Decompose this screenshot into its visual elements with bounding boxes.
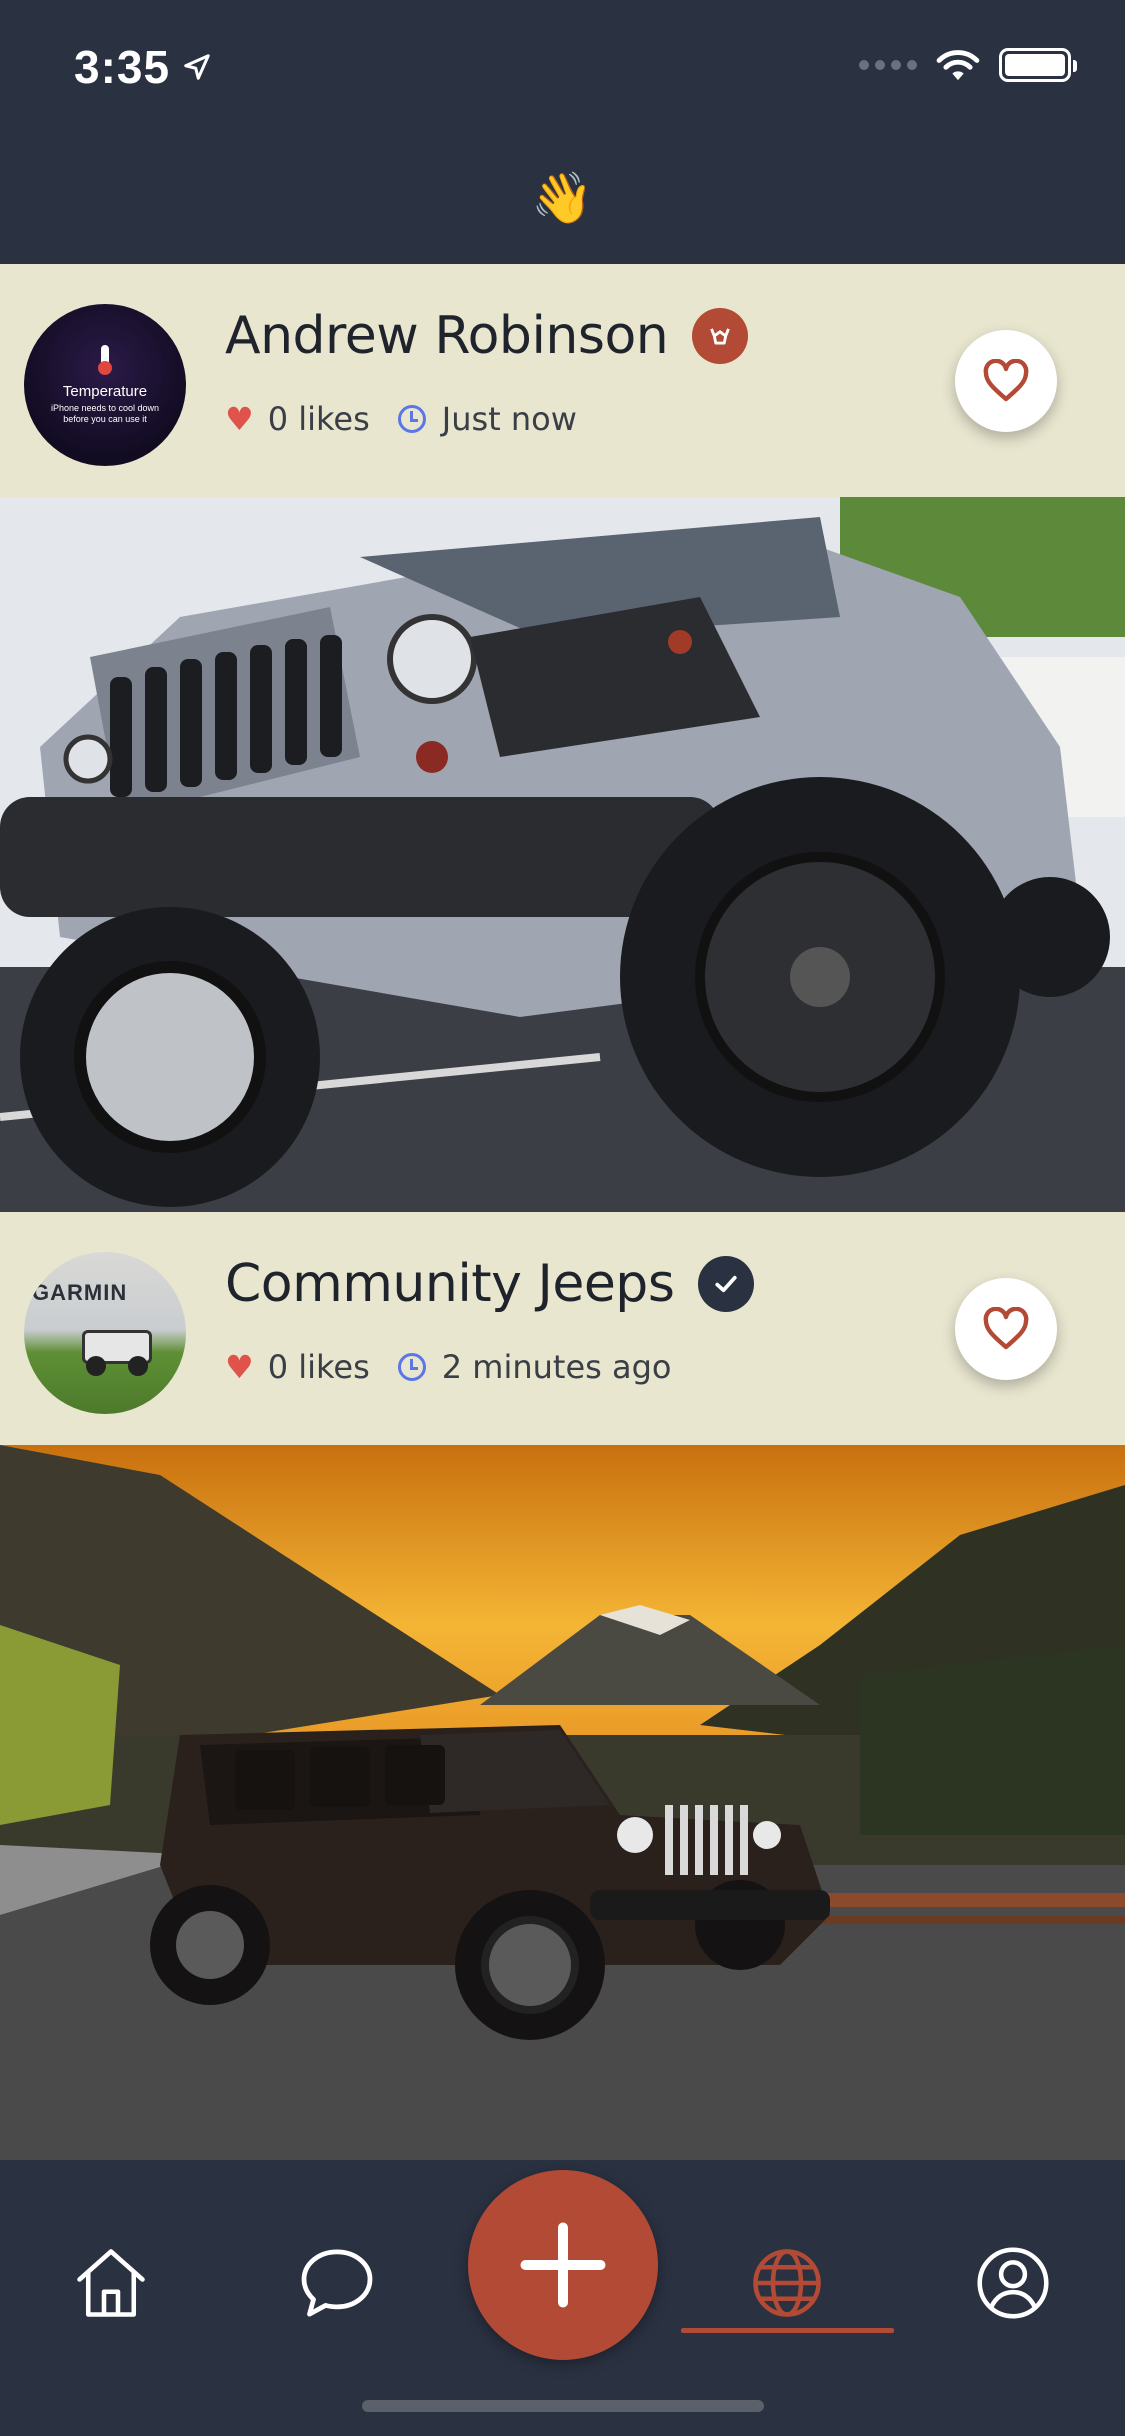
likes-count: 0 likes [267,1348,370,1386]
globe-icon [753,2249,821,2317]
like-button[interactable] [955,1278,1057,1380]
status-time: 3:35 [74,40,212,94]
tab-explore[interactable] [732,2228,842,2338]
tab-messages[interactable] [282,2228,392,2338]
avatar-subtitle: iPhone needs to cool down before you can… [50,403,160,424]
brand-badge-icon [692,308,749,364]
post-image[interactable] [0,497,1125,1212]
heart-outline-icon [983,359,1029,402]
location-arrow-icon [184,54,210,80]
jeep-sunset-photo [0,1445,1125,2160]
post-meta: ♥ 0 likes 2 minutes ago [225,1348,671,1386]
post-time: 2 minutes ago [441,1348,672,1386]
cellular-signal-icon [859,60,917,70]
battery-icon [999,48,1077,82]
like-button[interactable] [955,330,1057,432]
heart-icon: ♥ [225,1348,254,1386]
user-name[interactable]: Andrew Robinson [225,306,749,366]
plus-icon [520,2222,606,2308]
clock-icon [397,405,426,433]
user-name-text: Andrew Robinson [225,306,669,366]
user-name-text: Community Jeeps [225,1254,675,1314]
user-name[interactable]: Community Jeeps [225,1254,755,1314]
home-indicator[interactable] [362,2400,764,2412]
post-image[interactable] [0,1445,1125,2160]
profile-icon [977,2247,1049,2319]
post-header: Temperature iPhone needs to cool down be… [0,264,1125,497]
tab-bar [0,2160,1125,2436]
status-bar: 3:35 [0,0,1125,132]
verified-badge-icon [698,1256,755,1312]
avatar[interactable]: Temperature iPhone needs to cool down be… [24,304,186,466]
post-header: GARMIN Community Jeeps ♥ 0 likes 2 minut… [0,1212,1125,1445]
heart-outline-icon [983,1307,1029,1350]
heart-icon: ♥ [225,400,254,438]
app-header: 👋 [0,132,1125,264]
chat-bubble-icon [301,2249,373,2317]
avatar-title: Temperature [62,383,148,400]
active-tab-indicator [681,2328,894,2333]
avatar[interactable]: GARMIN [24,1252,186,1414]
jeep-photo [0,497,1125,1212]
home-icon [77,2249,145,2317]
avatar-sign-text: GARMIN [32,1280,128,1305]
create-post-button[interactable] [468,2170,658,2360]
wifi-icon [936,50,980,81]
tab-home[interactable] [56,2228,166,2338]
status-indicators [859,48,1077,82]
clock-icon [397,1353,426,1381]
post-time: Just now [441,400,577,438]
post-meta: ♥ 0 likes Just now [225,400,577,438]
wave-emoji: 👋 [531,169,594,226]
status-time-text: 3:35 [74,41,171,93]
tab-profile[interactable] [958,2228,1068,2338]
likes-count: 0 likes [267,400,370,438]
thermometer-icon [98,345,112,375]
